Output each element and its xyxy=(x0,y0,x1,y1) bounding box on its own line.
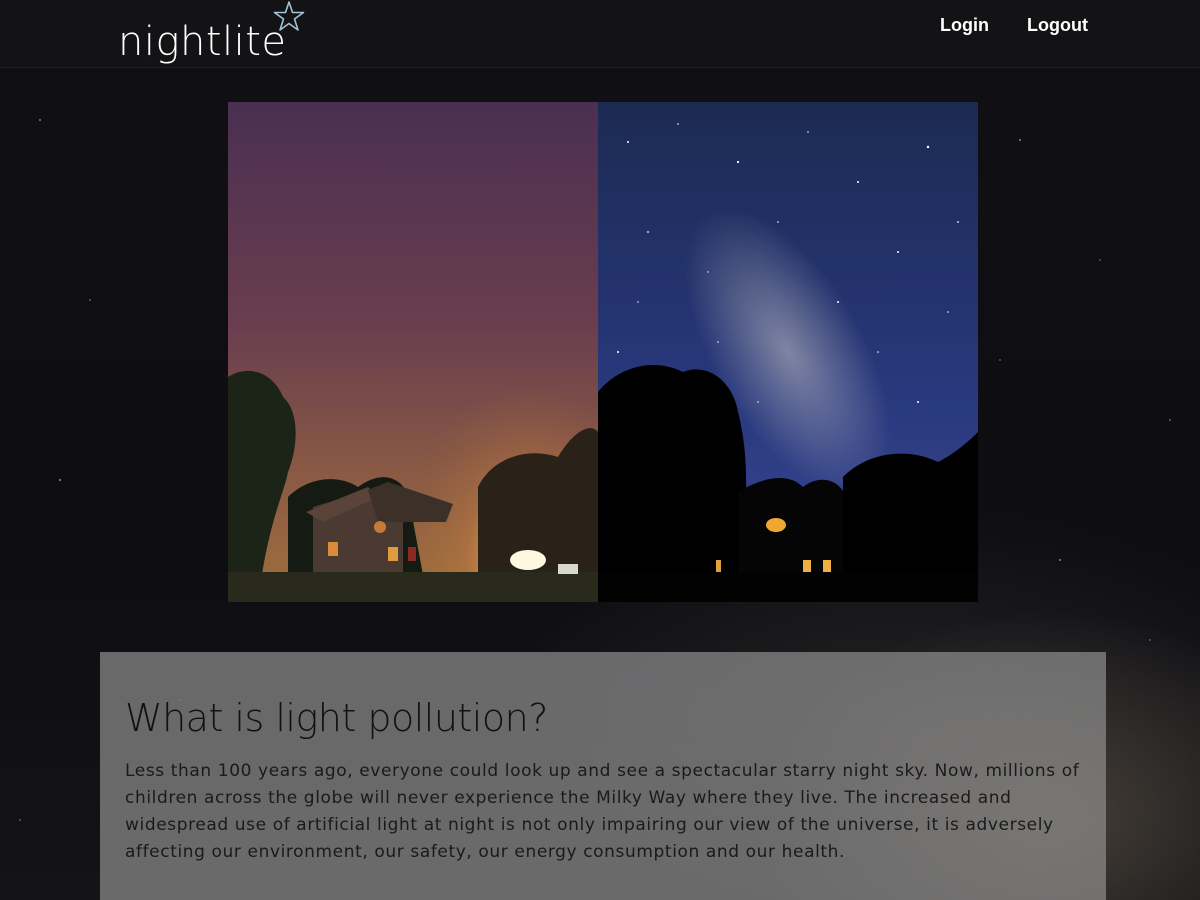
light-polluted-sky-photo xyxy=(228,102,598,602)
site-logo[interactable]: nightlite xyxy=(118,22,287,62)
section-heading: What is light pollution? xyxy=(125,696,548,740)
top-navigation-bar: nightlite Login Logout xyxy=(0,0,1200,68)
login-link[interactable]: Login xyxy=(940,15,989,36)
light-pollution-info-panel: What is light pollution? Less than 100 y… xyxy=(100,652,1106,900)
dark-sky-milky-way-photo xyxy=(598,102,978,602)
header-nav: Login Logout xyxy=(940,15,1088,36)
comparison-hero-image xyxy=(228,102,978,602)
logout-link[interactable]: Logout xyxy=(1027,15,1088,36)
star-outline-icon xyxy=(273,1,305,31)
section-body-text: Less than 100 years ago, everyone could … xyxy=(125,761,1080,862)
